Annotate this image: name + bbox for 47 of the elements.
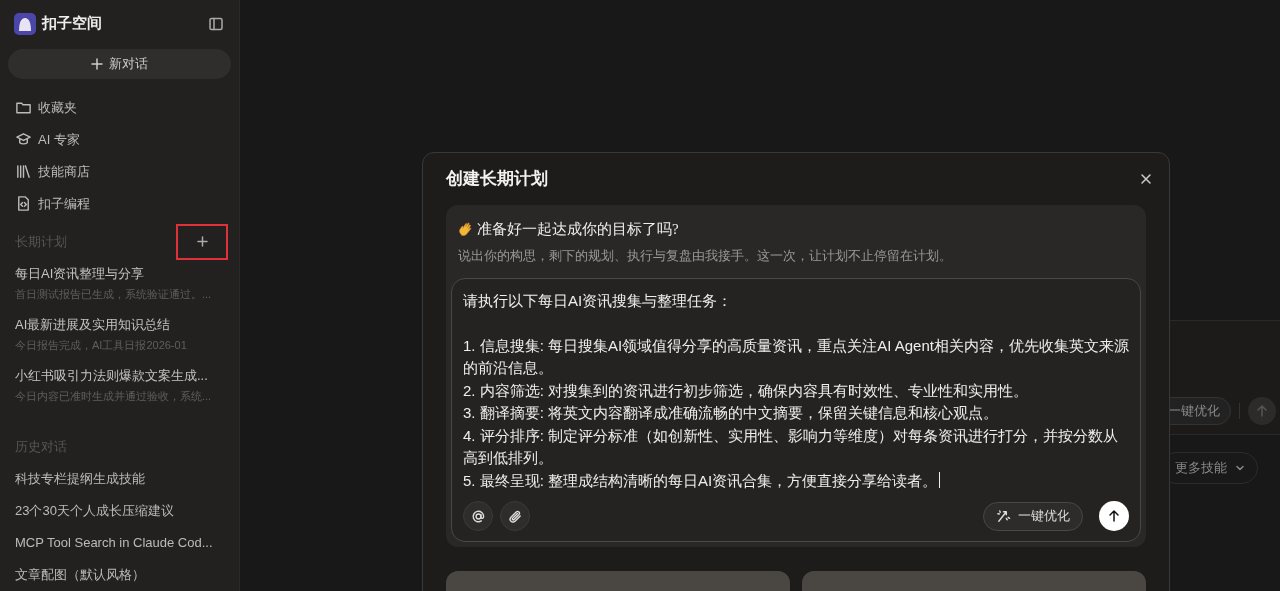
at-sign-icon <box>470 508 486 524</box>
logo-icon <box>14 12 36 35</box>
dialog-title: 创建长期计划 <box>446 168 548 191</box>
sidebar-item[interactable]: 扣子编程 <box>8 187 231 220</box>
code-file-icon <box>15 195 32 213</box>
new-chat-button[interactable]: 新对话 <box>8 49 231 79</box>
plan-title: 每日AI资讯整理与分享 <box>15 264 146 283</box>
app-name: 扣子空间 <box>42 14 102 34</box>
close-button[interactable] <box>1140 172 1152 185</box>
plan-title: 小红书吸引力法则爆款文案生成... <box>15 367 209 386</box>
prompt-line: 请执行以下每日AI资讯搜集与整理任务： <box>463 291 733 309</box>
books-icon <box>15 163 32 181</box>
history-item[interactable]: 文章配图（默认风格） <box>8 559 231 591</box>
arrow-up-icon <box>1107 509 1121 523</box>
optimize-button[interactable]: 一键优化 <box>983 501 1083 531</box>
prompt-line: 4. 评分排序: 制定评分标准（如创新性、实用性、影响力等维度）对每条资讯进行打分，并按分数从高到低排列。 <box>463 426 1118 466</box>
history-item[interactable]: MCP Tool Search in Claude Cod... <box>8 527 231 559</box>
intro-text: 说出你的构思，剩下的规划、执行与复盘由我接手。这一次，让计划不止停留在计划。 <box>457 247 953 265</box>
sidebar-item-label: 扣子编程 <box>38 194 90 213</box>
plus-icon <box>196 236 208 248</box>
sidebar-item[interactable]: 收藏夹 <box>8 91 231 124</box>
plus-icon <box>91 58 103 71</box>
arrow-up-icon <box>1256 405 1268 417</box>
prompt-line: 3. 翻译摘要: 将英文内容翻译成准确流畅的中文摘要，保留关键信息和核心观点。 <box>463 404 998 421</box>
magic-pen-icon <box>996 508 1011 524</box>
sidebar-item-label: 技能商店 <box>38 162 90 181</box>
send-button[interactable] <box>1099 501 1129 531</box>
prompt-line: 1. 信息搜集: 每日搜集AI领域值得分享的高质量资讯，重点关注AI Agent相关内容，优先收集英文来源的前沿信息。 <box>463 336 1129 376</box>
plan-title: AI最新进展及实用知识总结 <box>15 316 172 335</box>
chevron-down-icon <box>1235 463 1245 473</box>
sidebar-toggle-icon[interactable] <box>209 16 223 31</box>
waving-hand-icon <box>458 222 473 237</box>
sidebar-item[interactable]: 技能商店 <box>8 155 231 188</box>
close-icon <box>1140 172 1152 185</box>
prompt-line: 2. 内容筛选: 对搜集到的资讯进行初步筛选，确保内容具有时效性、专业性和实用性。 <box>463 381 1028 399</box>
prompt-line: 5. 最终呈现: 整理成结构清晰的每日AI资讯合集，方便直接分享给读者。 <box>463 471 938 489</box>
paperclip-icon <box>507 508 523 524</box>
intro-heading: 准备好一起达成你的目标了吗? <box>477 220 679 239</box>
mention-button[interactable] <box>463 501 493 531</box>
sidebar-item[interactable]: AI 专家 <box>8 123 231 156</box>
attach-button[interactable] <box>500 501 530 531</box>
sidebar-item-label: AI 专家 <box>38 130 80 149</box>
prompt-field[interactable] <box>451 277 1141 542</box>
add-plan-button[interactable] <box>176 223 228 260</box>
sidebar-item-label: 收藏夹 <box>38 98 77 117</box>
history-item[interactable]: 科技专栏提纲生成技能 <box>8 463 231 495</box>
history-item[interactable]: 23个30天个人成长压缩建议 <box>8 495 231 527</box>
